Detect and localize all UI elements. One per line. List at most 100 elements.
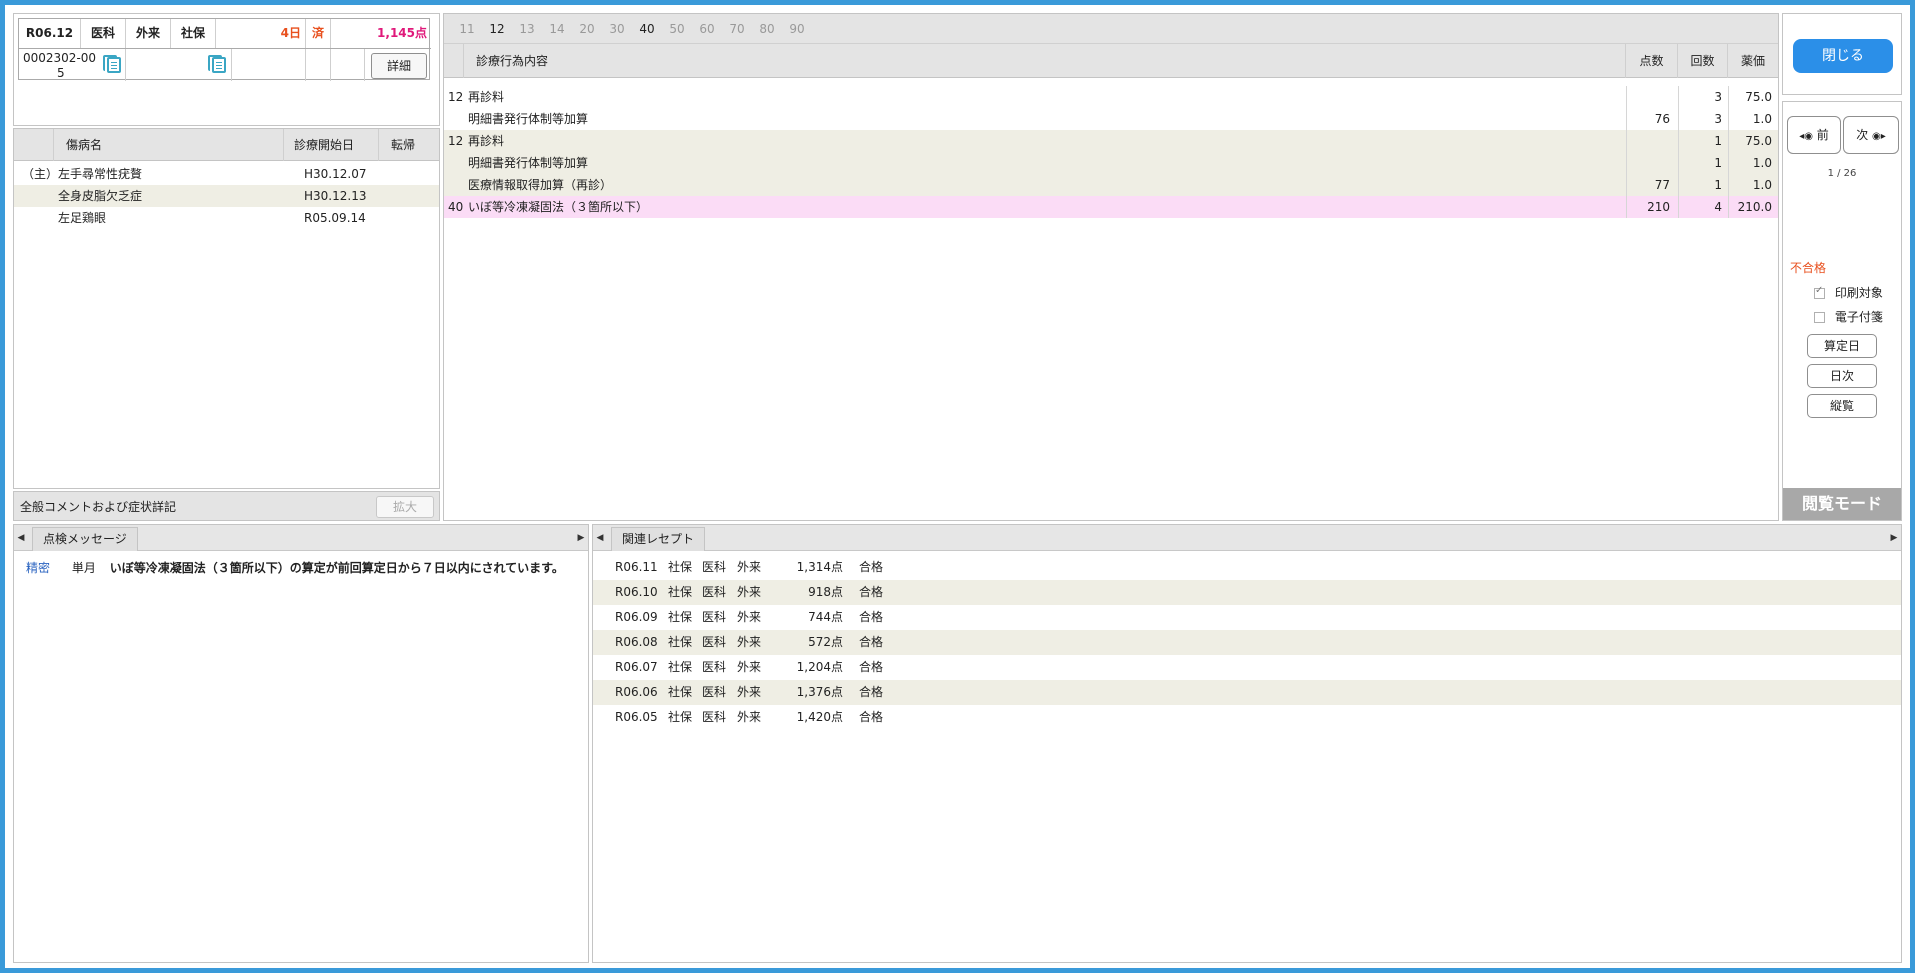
related-month: R06.09 [615, 610, 658, 624]
vertical-view-button[interactable]: 縦覧 [1807, 394, 1877, 418]
daily-button[interactable]: 日次 [1807, 364, 1877, 388]
category-tab[interactable]: 80 [754, 14, 780, 44]
related-result: 合格 [859, 585, 884, 599]
related-month: R06.08 [615, 635, 658, 649]
category-tab[interactable]: 40 [634, 14, 660, 44]
related-receipt-row[interactable]: R06.08 社保 医科 外来 572点 合格 [593, 630, 1901, 655]
price-header[interactable]: 薬価 [1728, 44, 1778, 78]
related-receipts-panel: ◀ 関連レセプト ▶ R06.11 社保 医科 外来 1,314点 合格 R06.10 社保医… [592, 524, 1902, 963]
related-receipt-row[interactable]: R06.10 社保 医科 外来 918点 合格 [593, 580, 1901, 605]
related-inout: 外来 [737, 660, 762, 674]
treatment-row[interactable]: 40 いぼ等冷凍凝固法（３箇所以下） 210 4 210.0 [444, 196, 1778, 218]
related-dept: 医科 [702, 710, 727, 724]
document-icon[interactable] [208, 55, 226, 76]
treatment-price: 75.0 [1728, 130, 1776, 152]
treatment-row[interactable]: 明細書発行体制等加算 1 1.0 [444, 152, 1778, 174]
related-points: 918点 [808, 585, 843, 599]
related-receipt-row[interactable]: R06.11 社保 医科 外来 1,314点 合格 [593, 555, 1901, 580]
detail-button[interactable]: 詳細 [371, 53, 427, 79]
related-month: R06.10 [615, 585, 658, 599]
treatment-price: 1.0 [1728, 152, 1776, 174]
disease-row[interactable]: 左足鶏眼 R05.09.14 [14, 207, 439, 229]
print-target-label: 印刷対象 [1834, 286, 1883, 300]
related-insurance: 社保 [668, 585, 693, 599]
message-level: 精密 [26, 561, 51, 575]
receipt-dept: 医科 [81, 19, 126, 48]
treatment-row[interactable]: 12 再診料 3 75.0 [444, 86, 1778, 108]
treatment-row[interactable]: 明細書発行体制等加算 76 3 1.0 [444, 108, 1778, 130]
close-button[interactable]: 閉じる [1793, 39, 1893, 73]
related-receipt-row[interactable]: R06.05 社保 医科 外来 1,420点 合格 [593, 705, 1901, 730]
category-tab[interactable]: 90 [784, 14, 810, 44]
e-tag-checkbox[interactable] [1814, 312, 1825, 323]
treatment-code: 40 [448, 200, 464, 214]
tab-related-receipts[interactable]: 関連レセプト [611, 527, 706, 551]
patient-id: 0002302-00 [23, 51, 97, 65]
copy-icon[interactable] [103, 55, 121, 76]
disease-name: 左手尋常性疣贅 [58, 167, 143, 181]
related-result: 合格 [859, 685, 884, 699]
blank-cell-3 [306, 49, 331, 81]
blank-cell-4 [331, 49, 365, 81]
print-target-checkbox[interactable] [1814, 285, 1825, 299]
start-date-header[interactable]: 診療開始日 [284, 129, 379, 161]
category-tab[interactable]: 11 [454, 14, 480, 44]
related-inout: 外来 [737, 560, 762, 574]
related-points: 1,376点 [796, 685, 843, 699]
disease-name-header[interactable]: 傷病名 [54, 129, 284, 161]
category-tab[interactable]: 60 [694, 14, 720, 44]
scroll-left-icon-2[interactable]: ◀ [593, 527, 607, 549]
e-tag-row[interactable]: 電子付箋 [1814, 308, 1883, 325]
disease-row[interactable]: 全身皮脂欠乏症 H30.12.13 [14, 185, 439, 207]
category-tab[interactable]: 20 [574, 14, 600, 44]
treatment-count: 1 [1678, 174, 1726, 196]
related-receipt-row[interactable]: R06.09 社保 医科 外来 744点 合格 [593, 605, 1901, 630]
check-messages-panel: ◀ 点検メッセージ ▶ 精密 単月 いぼ等冷凍凝固法（３箇所以下）の算定が前回算… [13, 524, 589, 963]
scroll-left-icon[interactable]: ◀ [14, 527, 28, 549]
category-tab[interactable]: 12 [484, 14, 510, 44]
next-label: 次 [1856, 128, 1869, 142]
next-button[interactable]: 次 ◉▸ [1843, 116, 1899, 154]
category-tab[interactable]: 14 [544, 14, 570, 44]
prev-button[interactable]: ◂◉ 前 [1787, 116, 1841, 154]
category-tab[interactable]: 70 [724, 14, 750, 44]
treatment-code: 12 [448, 90, 464, 104]
disease-row[interactable]: （主） 左手尋常性疣贅 H30.12.07 [14, 163, 439, 185]
related-result: 合格 [859, 560, 884, 574]
treatment-row[interactable]: 12 再診料 1 75.0 [444, 130, 1778, 152]
disease-start-date: H30.12.13 [304, 189, 367, 203]
related-receipt-row[interactable]: R06.06 社保 医科 外来 1,376点 合格 [593, 680, 1901, 705]
view-mode-button[interactable]: 閲覧モード [1783, 488, 1901, 520]
expand-button[interactable]: 拡大 [376, 496, 434, 518]
related-dept: 医科 [702, 660, 727, 674]
message-item[interactable]: 精密 単月 いぼ等冷凍凝固法（３箇所以下）の算定が前回算定日から７日以内にされて… [26, 559, 564, 576]
scroll-right-icon-2[interactable]: ▶ [1887, 527, 1901, 549]
points-header[interactable]: 点数 [1626, 44, 1678, 78]
treatment-price: 1.0 [1728, 108, 1776, 130]
count-header[interactable]: 回数 [1678, 44, 1728, 78]
treatment-count: 1 [1678, 130, 1726, 152]
treatment-row[interactable]: 医療情報取得加算（再診） 77 1 1.0 [444, 174, 1778, 196]
disease-prefix: （主） [22, 167, 59, 181]
print-target-row[interactable]: 印刷対象 [1814, 284, 1883, 301]
related-inout: 外来 [737, 610, 762, 624]
outcome-header[interactable]: 転帰 [379, 129, 439, 161]
treatment-count: 1 [1678, 152, 1726, 174]
calc-day-button[interactable]: 算定日 [1807, 334, 1877, 358]
content-header[interactable]: 診療行為内容 [464, 44, 1626, 78]
eye-left-icon: ◂◉ [1799, 131, 1813, 142]
category-tab[interactable]: 13 [514, 14, 540, 44]
receipt-points: 1,145点 [377, 26, 427, 40]
blank-cell-2 [232, 49, 306, 81]
category-tab[interactable]: 50 [664, 14, 690, 44]
related-result: 合格 [859, 710, 884, 724]
scroll-right-icon[interactable]: ▶ [574, 527, 588, 549]
treatment-points: 76 [1626, 108, 1674, 130]
patient-id-cell: 0002302-00 5 [19, 49, 126, 81]
receipt-month: R06.12 [19, 19, 81, 48]
treatment-points: 77 [1626, 174, 1674, 196]
category-tab[interactable]: 30 [604, 14, 630, 44]
tab-check-messages[interactable]: 点検メッセージ [32, 527, 138, 551]
comment-bar: 全般コメントおよび症状詳記 拡大 [13, 491, 440, 521]
related-receipt-row[interactable]: R06.07 社保 医科 外来 1,204点 合格 [593, 655, 1901, 680]
